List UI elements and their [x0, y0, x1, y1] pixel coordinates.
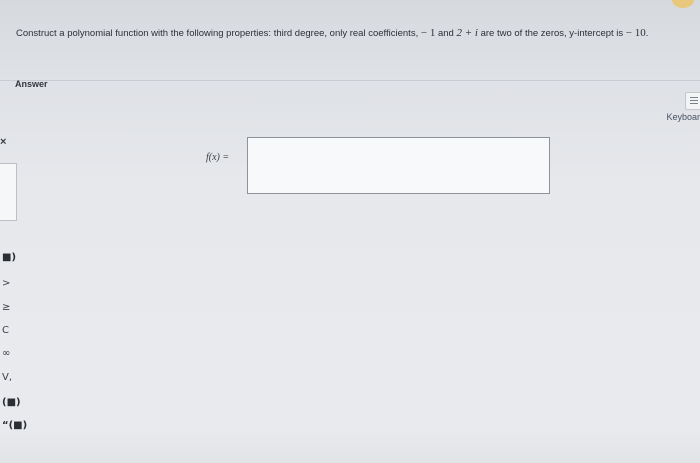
function-label-text: f(x) =	[206, 152, 230, 163]
zero-2-value: 2 + i	[456, 27, 478, 39]
keyboard-button[interactable]: Keyboar	[652, 92, 700, 128]
keyboard-icon[interactable]	[685, 92, 700, 110]
infinity-icon[interactable]: ∞	[0, 346, 18, 362]
y-intercept: − 10	[625, 27, 646, 39]
bottom-shade	[0, 423, 700, 463]
keyboard-label[interactable]: Keyboar	[666, 112, 700, 122]
answer-label: Answer	[15, 79, 48, 89]
question-text: Construct a polynomial function with the…	[16, 27, 696, 39]
close-icon[interactable]: ×	[0, 136, 6, 148]
question-text-b: are two of the zeros, y-intercept is	[480, 28, 624, 39]
parenthesis-icon[interactable]: ■)	[0, 250, 18, 266]
interval-icon[interactable]: (■)	[0, 395, 21, 411]
bracket-interval-icon[interactable]: “(■)	[0, 418, 27, 434]
greater-than-icon[interactable]: >	[0, 276, 18, 292]
answer-input[interactable]	[247, 137, 550, 194]
function-label: f(x) =	[206, 152, 229, 163]
question-text-a: Construct a polynomial function with the…	[16, 28, 419, 39]
palette-panel	[0, 163, 17, 221]
zero-2: 2 + i	[456, 27, 477, 39]
complement-icon[interactable]: C	[0, 323, 18, 339]
greater-equal-icon[interactable]: ≥	[0, 300, 18, 316]
question-end: .	[645, 28, 649, 39]
zero-1: − 1	[420, 27, 436, 39]
status-badge	[672, 0, 694, 8]
question-bar: Construct a polynomial function with the…	[0, 0, 700, 81]
question-and: and	[437, 28, 454, 39]
union-icon[interactable]: V,	[0, 370, 18, 386]
